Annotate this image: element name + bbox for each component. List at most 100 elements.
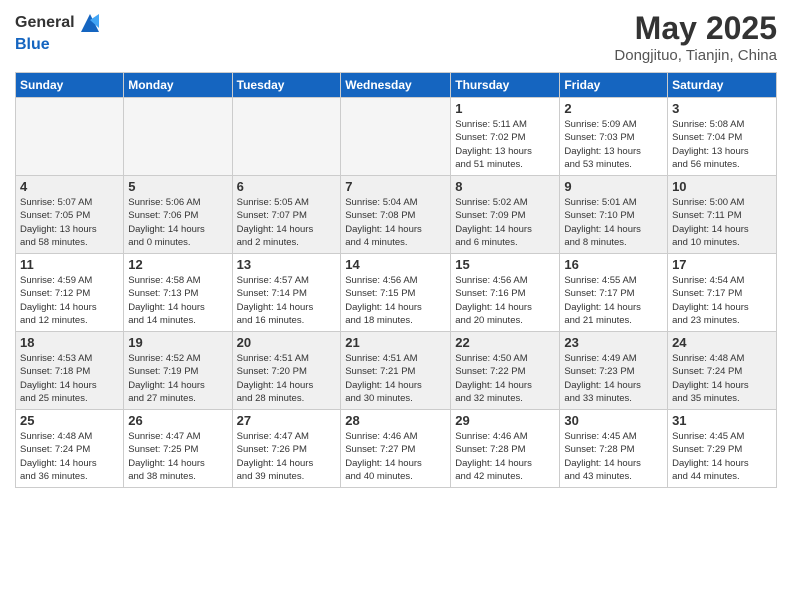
day-info: Sunrise: 4:48 AM Sunset: 7:24 PM Dayligh…: [672, 352, 772, 405]
table-row: 28 Sunrise: 4:46 AM Sunset: 7:27 PM Dayli…: [341, 410, 451, 488]
col-tuesday: Tuesday: [232, 73, 341, 98]
table-row: 19Sunrise: 4:52 AM Sunset: 7:19 PM Dayli…: [124, 332, 232, 410]
day-number: 17: [672, 257, 772, 272]
title-block: May 2025 Dongjituo, Tianjin, China: [614, 10, 777, 64]
day-info: Sunrise: 4:54 AM Sunset: 7:17 PM Dayligh…: [672, 274, 772, 327]
day-number: 2: [564, 101, 663, 116]
col-wednesday: Wednesday: [341, 73, 451, 98]
day-info: Sunrise: 4:56 AM Sunset: 7:15 PM Dayligh…: [345, 274, 446, 327]
table-row: [124, 98, 232, 176]
logo-icon: [77, 10, 103, 36]
col-friday: Friday: [560, 73, 668, 98]
day-number: 31: [672, 413, 772, 428]
logo: General Blue: [15, 10, 103, 54]
day-number: 16: [564, 257, 663, 272]
day-number: 1: [455, 101, 555, 116]
day-number: 8: [455, 179, 555, 194]
day-info: Sunrise: 4:46 AM Sunset: 7:27 PM Dayligh…: [345, 430, 446, 483]
day-info: Sunrise: 4:58 AM Sunset: 7:13 PM Dayligh…: [128, 274, 227, 327]
day-info: Sunrise: 4:45 AM Sunset: 7:29 PM Dayligh…: [672, 430, 772, 483]
table-row: 25 Sunrise: 4:48 AM Sunset: 7:24 PM Dayli…: [16, 410, 124, 488]
header: General Blue May 2025 Dongjituo, Tianjin…: [15, 10, 777, 64]
table-row: 10Sunrise: 5:00 AM Sunset: 7:11 PM Dayli…: [668, 176, 777, 254]
day-number: 13: [237, 257, 337, 272]
table-row: 30 Sunrise: 4:45 AM Sunset: 7:28 PM Dayli…: [560, 410, 668, 488]
day-info: Sunrise: 5:02 AM Sunset: 7:09 PM Dayligh…: [455, 196, 555, 249]
day-number: 14: [345, 257, 446, 272]
subtitle: Dongjituo, Tianjin, China: [614, 47, 777, 64]
day-number: 24: [672, 335, 772, 350]
calendar-week-row: 11Sunrise: 4:59 AM Sunset: 7:12 PM Dayli…: [16, 254, 777, 332]
day-number: 4: [20, 179, 119, 194]
day-number: 12: [128, 257, 227, 272]
table-row: 18 Sunrise: 4:53 AM Sunset: 7:18 PM Dayli…: [16, 332, 124, 410]
table-row: 29 Sunrise: 4:46 AM Sunset: 7:28 PM Dayli…: [451, 410, 560, 488]
table-row: 31 Sunrise: 4:45 AM Sunset: 7:29 PM Dayli…: [668, 410, 777, 488]
table-row: 15 Sunrise: 4:56 AM Sunset: 7:16 PM Dayli…: [451, 254, 560, 332]
day-info: Sunrise: 4:46 AM Sunset: 7:28 PM Dayligh…: [455, 430, 555, 483]
day-info: Sunrise: 5:04 AM Sunset: 7:08 PM Dayligh…: [345, 196, 446, 249]
day-info: Sunrise: 4:47 AM Sunset: 7:25 PM Dayligh…: [128, 430, 227, 483]
table-row: 1 Sunrise: 5:11 AM Sunset: 7:02 PM Daylig…: [451, 98, 560, 176]
calendar-table: Sunday Monday Tuesday Wednesday Thursday…: [15, 72, 777, 488]
day-info: Sunrise: 4:53 AM Sunset: 7:18 PM Dayligh…: [20, 352, 119, 405]
table-row: 16 Sunrise: 4:55 AM Sunset: 7:17 PM Dayli…: [560, 254, 668, 332]
table-row: 22Sunrise: 4:50 AM Sunset: 7:22 PM Dayli…: [451, 332, 560, 410]
table-row: 9Sunrise: 5:01 AM Sunset: 7:10 PM Daylig…: [560, 176, 668, 254]
day-info: Sunrise: 5:11 AM Sunset: 7:02 PM Dayligh…: [455, 118, 555, 171]
day-info: Sunrise: 5:06 AM Sunset: 7:06 PM Dayligh…: [128, 196, 227, 249]
day-number: 6: [237, 179, 337, 194]
table-row: 2 Sunrise: 5:09 AM Sunset: 7:03 PM Daylig…: [560, 98, 668, 176]
calendar-header-row: Sunday Monday Tuesday Wednesday Thursday…: [16, 73, 777, 98]
day-number: 30: [564, 413, 663, 428]
day-info: Sunrise: 5:07 AM Sunset: 7:05 PM Dayligh…: [20, 196, 119, 249]
col-monday: Monday: [124, 73, 232, 98]
day-number: 20: [237, 335, 337, 350]
day-number: 29: [455, 413, 555, 428]
calendar-week-row: 18 Sunrise: 4:53 AM Sunset: 7:18 PM Dayli…: [16, 332, 777, 410]
table-row: 23Sunrise: 4:49 AM Sunset: 7:23 PM Dayli…: [560, 332, 668, 410]
day-info: Sunrise: 4:56 AM Sunset: 7:16 PM Dayligh…: [455, 274, 555, 327]
day-info: Sunrise: 4:45 AM Sunset: 7:28 PM Dayligh…: [564, 430, 663, 483]
table-row: 11Sunrise: 4:59 AM Sunset: 7:12 PM Dayli…: [16, 254, 124, 332]
day-number: 18: [20, 335, 119, 350]
table-row: 26 Sunrise: 4:47 AM Sunset: 7:25 PM Dayli…: [124, 410, 232, 488]
day-number: 15: [455, 257, 555, 272]
table-row: 8 Sunrise: 5:02 AM Sunset: 7:09 PM Daylig…: [451, 176, 560, 254]
table-row: 12 Sunrise: 4:58 AM Sunset: 7:13 PM Dayli…: [124, 254, 232, 332]
col-thursday: Thursday: [451, 73, 560, 98]
day-info: Sunrise: 5:08 AM Sunset: 7:04 PM Dayligh…: [672, 118, 772, 171]
day-info: Sunrise: 5:09 AM Sunset: 7:03 PM Dayligh…: [564, 118, 663, 171]
table-row: 24 Sunrise: 4:48 AM Sunset: 7:24 PM Dayli…: [668, 332, 777, 410]
table-row: [232, 98, 341, 176]
day-info: Sunrise: 4:49 AM Sunset: 7:23 PM Dayligh…: [564, 352, 663, 405]
calendar-week-row: 4 Sunrise: 5:07 AM Sunset: 7:05 PM Daylig…: [16, 176, 777, 254]
day-number: 27: [237, 413, 337, 428]
table-row: 14 Sunrise: 4:56 AM Sunset: 7:15 PM Dayli…: [341, 254, 451, 332]
day-number: 3: [672, 101, 772, 116]
table-row: 21Sunrise: 4:51 AM Sunset: 7:21 PM Dayli…: [341, 332, 451, 410]
calendar-week-row: 1 Sunrise: 5:11 AM Sunset: 7:02 PM Daylig…: [16, 98, 777, 176]
day-number: 28: [345, 413, 446, 428]
day-info: Sunrise: 4:55 AM Sunset: 7:17 PM Dayligh…: [564, 274, 663, 327]
table-row: 13 Sunrise: 4:57 AM Sunset: 7:14 PM Dayli…: [232, 254, 341, 332]
day-info: Sunrise: 5:00 AM Sunset: 7:11 PM Dayligh…: [672, 196, 772, 249]
table-row: [16, 98, 124, 176]
col-saturday: Saturday: [668, 73, 777, 98]
day-number: 21: [345, 335, 446, 350]
table-row: 5Sunrise: 5:06 AM Sunset: 7:06 PM Daylig…: [124, 176, 232, 254]
day-info: Sunrise: 4:57 AM Sunset: 7:14 PM Dayligh…: [237, 274, 337, 327]
table-row: 20 Sunrise: 4:51 AM Sunset: 7:20 PM Dayli…: [232, 332, 341, 410]
day-info: Sunrise: 4:51 AM Sunset: 7:20 PM Dayligh…: [237, 352, 337, 405]
calendar-week-row: 25 Sunrise: 4:48 AM Sunset: 7:24 PM Dayli…: [16, 410, 777, 488]
day-info: Sunrise: 4:48 AM Sunset: 7:24 PM Dayligh…: [20, 430, 119, 483]
logo-general: General: [15, 14, 75, 32]
day-number: 25: [20, 413, 119, 428]
day-number: 26: [128, 413, 227, 428]
day-number: 19: [128, 335, 227, 350]
day-info: Sunrise: 5:05 AM Sunset: 7:07 PM Dayligh…: [237, 196, 337, 249]
day-number: 7: [345, 179, 446, 194]
main-title: May 2025: [614, 10, 777, 47]
table-row: 17 Sunrise: 4:54 AM Sunset: 7:17 PM Dayli…: [668, 254, 777, 332]
logo-text-block: General Blue: [15, 10, 103, 54]
